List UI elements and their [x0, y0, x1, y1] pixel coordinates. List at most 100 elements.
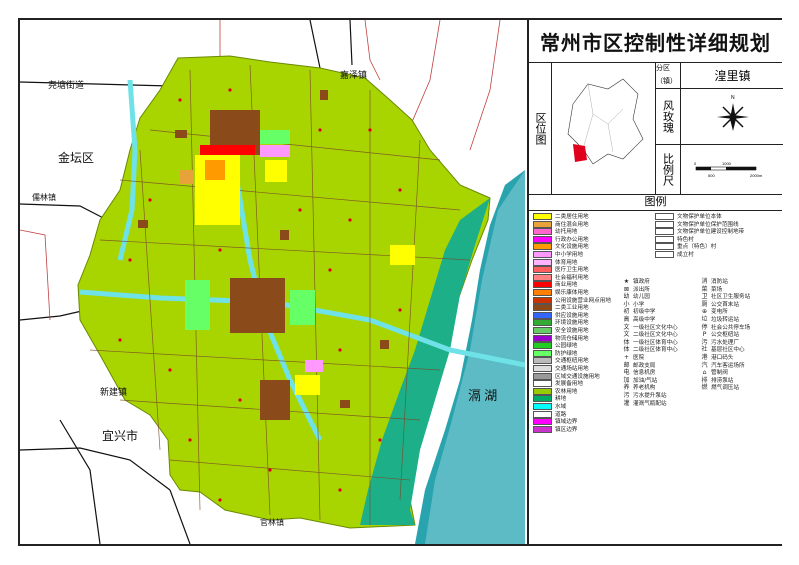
legend-label: 加油/气站 [633, 377, 658, 384]
legend-icon: ⊕ [701, 308, 708, 316]
legend-icon: 垃 [701, 316, 708, 323]
label-jintan: 金坛区 [58, 150, 94, 165]
legend-icon: 菜 [701, 285, 708, 293]
legend-swatch [533, 289, 552, 296]
legend-panel: 常州市区控制性详细规划 区位图 分区（镇） 湟里镇 风玫瑰 N 比例尺 0 50… [527, 20, 783, 544]
legend-swatch [533, 213, 552, 220]
legend-swatch [533, 304, 552, 312]
legend-label: 特色村 [677, 236, 694, 243]
label-gehu: 滆 湖 [468, 388, 497, 403]
legend-label: 交通场站用地 [555, 366, 589, 372]
legend-label: 成立村 [677, 252, 694, 258]
legend-swatch [533, 228, 552, 236]
legend-swatch [655, 228, 674, 236]
legend-swatch [533, 235, 552, 243]
legend-label: 港口码头 [711, 355, 734, 361]
legend-label: 镇政府 [633, 279, 650, 285]
legend-label: 高级中学 [633, 317, 656, 323]
legend-swatch [533, 334, 552, 342]
legend-swatch [533, 327, 552, 334]
legend-item: 灌灌溉气瓶配站 [623, 399, 667, 409]
legend-label: 发展备用地 [555, 381, 583, 388]
legend-swatch [533, 251, 552, 258]
legend-label: 文物保护单位本体 [677, 214, 722, 220]
legend-icon: P [702, 331, 707, 339]
legend-swatch [533, 319, 552, 327]
legend-icon: 幼 [623, 293, 630, 301]
legend-label: 公用设施营业网点用地 [555, 297, 611, 304]
location-label: 区位图 [529, 62, 552, 194]
legend-label: 农林用地 [555, 388, 578, 395]
legend-icon: 消 [701, 278, 708, 285]
legend-swatch [533, 342, 552, 350]
legend-label: 排涝泵站 [711, 377, 734, 384]
legend-label: 幼托用地 [555, 229, 578, 236]
legend-icon: 汽 [701, 361, 708, 369]
legend-label: 养老机构 [633, 385, 656, 392]
label-yaotang: 尧塘街道 [48, 79, 84, 90]
legend-swatch [533, 365, 552, 372]
legend-swatch [655, 243, 674, 251]
label-xinjian: 新建镇 [100, 386, 127, 397]
legend-swatch [533, 357, 552, 365]
legend-swatch [655, 235, 674, 243]
wind-rose-icon: N [716, 95, 749, 131]
legend-swatch [533, 281, 552, 289]
legend-label: 商住混合用地 [555, 221, 589, 228]
legend-swatch [533, 273, 552, 281]
info-table: 分区（镇） 湟里镇 风玫瑰 N 比例尺 0 500 1000 2000m [655, 62, 783, 194]
wind-rose: N [682, 88, 783, 144]
legend-label: 邮政支局 [633, 362, 656, 369]
label-rulin: 儒林镇 [32, 192, 56, 202]
legend-label: 污水处理厂 [711, 339, 739, 346]
legend-label: 小学 [633, 301, 645, 308]
legend-label: 二类工业用地 [555, 305, 589, 312]
district-value: 湟里镇 [714, 68, 751, 83]
legend-icon: 体 [623, 346, 630, 354]
legend-label: 幼儿园 [633, 294, 650, 301]
highlighted-town [573, 144, 587, 162]
legend-swatch [533, 372, 552, 380]
rose-row: 风玫瑰 N [656, 88, 783, 145]
legend-label: 垃圾转运站 [711, 317, 739, 323]
legend-label: 汽车客运场所 [711, 362, 745, 369]
legend-icon: 污 [623, 392, 630, 399]
label-jiaze: 嘉泽镇 [340, 69, 367, 80]
scale-bar-graphic: 0 500 1000 2000m [694, 161, 763, 178]
svg-text:500: 500 [708, 173, 715, 178]
legend-item: 成立村 [655, 251, 694, 260]
legend-label: 文化设施用地 [555, 244, 589, 251]
legend-label: 行政办公用地 [555, 236, 589, 243]
district-key: 分区（镇） [656, 62, 681, 88]
legend-icon: + [623, 354, 630, 361]
legend-label: 一级社区体育中心 [633, 339, 678, 346]
legend-label: 燃气调压站 [711, 385, 739, 392]
page-title: 常州市区控制性详细规划 [529, 20, 782, 63]
legend-label: 文物保护单位保护范围线 [677, 221, 739, 228]
legend-label: 中小学用地 [555, 252, 583, 258]
legend-label: 安全设施用地 [555, 328, 589, 334]
scale-bar: 0 500 1000 2000m [682, 144, 783, 194]
legend-swatch [533, 349, 552, 357]
legend-label: 派出所 [633, 286, 650, 293]
svg-text:2000m: 2000m [750, 173, 763, 178]
legend-swatch [533, 220, 552, 228]
legend-label: 公园绿地 [555, 343, 578, 350]
legend-label: 菜场 [711, 286, 723, 293]
legend-icon: ⌂ [702, 369, 707, 377]
legend-swatch [533, 258, 552, 266]
legend-label: 文物保护单位建设控制地带 [677, 229, 745, 236]
land-use-map: 尧塘街道 嘉泽镇 金坛区 儒林镇 新建镇 宜兴市 官林镇 滆 湖 [20, 20, 525, 544]
legend-label: 防护绿地 [555, 350, 578, 357]
legend-label: 基层社区中心 [711, 347, 745, 354]
legend-label: 灌溉气瓶配站 [633, 400, 667, 407]
legend-icon: 初 [623, 308, 630, 316]
legend-icon: 灌 [623, 399, 630, 407]
label-guanlin: 官林镇 [260, 517, 284, 527]
legend-icon: 港 [701, 354, 708, 361]
legend-swatch [533, 387, 552, 395]
legend-label: 二级社区文化中心 [633, 332, 678, 339]
legend-label: 社会福利用地 [555, 274, 589, 281]
legend-swatch [533, 403, 552, 410]
legend-label: 交通枢纽用地 [555, 358, 589, 365]
